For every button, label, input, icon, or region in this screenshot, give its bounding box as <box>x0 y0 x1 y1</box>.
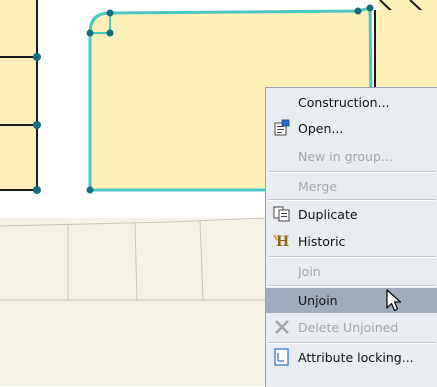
menu-item-merge[interactable]: Merge <box>266 174 437 199</box>
duplicate-icon <box>273 205 291 223</box>
menu-item-historic[interactable]: H Historic <box>266 229 437 254</box>
historic-icon: H <box>273 232 291 250</box>
menu-item-label: Duplicate <box>298 207 358 222</box>
menu-item-unjoin[interactable]: Unjoin <box>266 288 437 313</box>
menu-separator <box>268 171 436 173</box>
menu-item-label: Join <box>298 264 321 279</box>
menu-item-join[interactable]: Join <box>266 259 437 284</box>
menu-item-duplicate[interactable]: Duplicate <box>266 202 437 227</box>
menu-item-attribute-locking[interactable]: Attribute locking... <box>266 345 437 370</box>
menu-item-label: Delete Unjoined <box>298 320 399 335</box>
vertex-point[interactable] <box>33 121 41 129</box>
vertex-point[interactable] <box>33 186 41 194</box>
vertex-point[interactable] <box>354 7 362 15</box>
vertex-point[interactable] <box>366 4 374 12</box>
svg-text:H: H <box>276 234 289 250</box>
menu-item-construction[interactable]: Construction... <box>266 90 437 115</box>
vertex-point[interactable] <box>33 53 41 61</box>
context-menu: Construction... Open... New in group... … <box>265 87 437 387</box>
menu-separator <box>268 256 436 258</box>
left-parcels[interactable] <box>0 0 41 194</box>
menu-separator <box>268 285 436 287</box>
menu-item-label: Unjoin <box>298 293 338 308</box>
vertex-point[interactable] <box>86 29 94 37</box>
menu-item-label: New in group... <box>298 149 393 164</box>
menu-item-label: Merge <box>298 179 338 194</box>
menu-item-label: Historic <box>298 234 346 249</box>
left-parcel[interactable] <box>0 0 37 190</box>
menu-item-open[interactable]: Open... <box>266 116 437 141</box>
menu-item-label: Attribute locking... <box>298 350 414 365</box>
menu-item-label: Construction... <box>298 95 390 110</box>
delete-x-icon <box>273 318 291 336</box>
menu-item-label: Open... <box>298 121 344 136</box>
vertex-point[interactable] <box>106 9 114 17</box>
menu-item-new-in-group[interactable]: New in group... <box>266 144 437 169</box>
menu-separator <box>268 342 436 344</box>
menu-separator <box>268 199 436 201</box>
attribute-locking-icon <box>273 348 291 366</box>
open-properties-icon <box>273 119 291 137</box>
menu-item-delete-unjoined[interactable]: Delete Unjoined <box>266 315 437 340</box>
mouse-cursor-icon <box>386 289 402 312</box>
vertex-point[interactable] <box>86 186 94 194</box>
vertex-point[interactable] <box>106 29 114 37</box>
